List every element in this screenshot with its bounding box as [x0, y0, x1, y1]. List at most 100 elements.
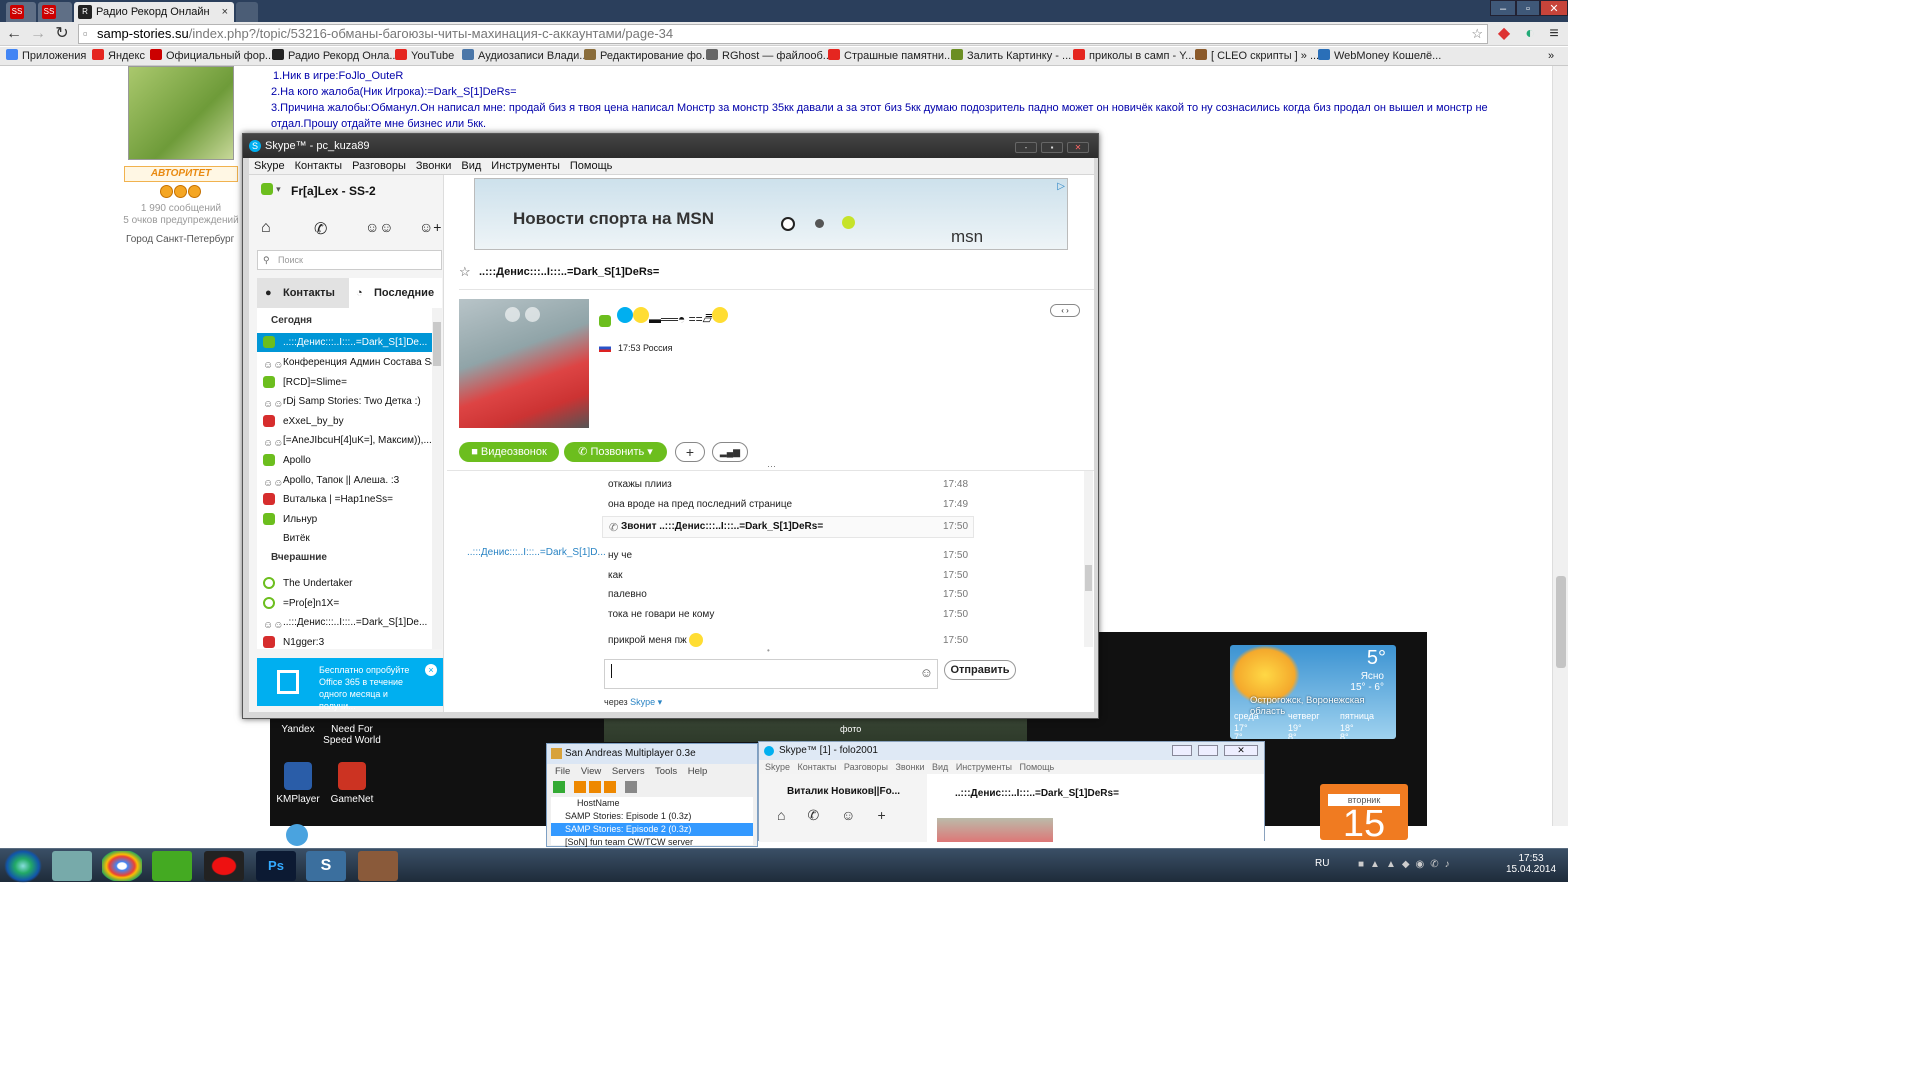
recent-item[interactable]: Вuталька | =Hap1neSs=	[257, 490, 435, 509]
taskbar-skype[interactable]: S	[306, 851, 346, 881]
extension-icon-2[interactable]: ◐	[1520, 24, 1540, 44]
menu-skype[interactable]: Skype	[249, 158, 290, 175]
recent-item[interactable]: ☺☺ Конференция Админ Состава Sa...	[257, 353, 435, 372]
tool-icon[interactable]	[604, 781, 617, 793]
menu-conversations[interactable]: Разговоры	[844, 762, 888, 772]
minimize-button[interactable]: –	[1490, 0, 1516, 16]
play-icon[interactable]	[553, 781, 565, 793]
recent-item[interactable]: ☺☺ [=AneJIbcuH[4]uK=], Максим)),...	[257, 431, 435, 450]
call-phone-icon[interactable]: ✆	[314, 219, 327, 239]
desktop-icon-gamenet[interactable]: GameNet	[322, 762, 382, 805]
send-via-selector[interactable]: Skype ▾	[630, 697, 662, 707]
emoticon-picker-icon[interactable]: ☺	[920, 665, 933, 680]
recent-item[interactable]: Ильнур	[257, 510, 435, 529]
profile-name[interactable]: Fr[a]Lex - SS-2	[291, 184, 376, 198]
menu-calls[interactable]: Звонки	[411, 158, 457, 175]
menu-tools[interactable]: Инструменты	[956, 762, 1012, 772]
call-button[interactable]: ✆ Позвонить ▾	[564, 442, 667, 462]
minimize-button[interactable]	[1172, 745, 1192, 756]
tab-contacts[interactable]: ● Контакты	[257, 278, 349, 308]
taskbar-explorer[interactable]	[52, 851, 92, 881]
menu-calls[interactable]: Звонки	[895, 762, 924, 772]
scrollbar-thumb[interactable]	[1556, 576, 1566, 668]
contacts-group-icon[interactable]: ☺☺	[365, 219, 394, 235]
desktop-app-icon[interactable]	[286, 824, 308, 846]
taskbar-gta[interactable]	[358, 851, 398, 881]
clock[interactable]: 17:53 15.04.2014	[1506, 853, 1556, 875]
office-promo[interactable]: Бесплатно опробуйте Office 365 в течение…	[257, 658, 443, 711]
server-row[interactable]: SAMP Stories: Episode 1 (0.3z)	[551, 810, 753, 823]
bookmark-vk[interactable]: Аудиозаписи Влади...	[462, 49, 588, 64]
close-button[interactable]: ✕	[1067, 142, 1089, 153]
tab-radio-record[interactable]: R Радио Рекорд Онлайн ×	[74, 2, 234, 22]
resize-handle[interactable]: •	[767, 646, 770, 655]
hostname-header[interactable]: HostName	[551, 797, 753, 810]
add-button[interactable]: +	[675, 442, 705, 462]
recent-item[interactable]: Витёк	[257, 529, 435, 548]
close-window-button[interactable]: ✕	[1540, 0, 1568, 16]
recent-item[interactable]: Apollo	[257, 451, 435, 470]
msn-ad-banner[interactable]: Новости спорта на MSN msn ▷	[474, 178, 1068, 250]
menu-contacts[interactable]: Контакты	[798, 762, 837, 772]
chat-scrollbar[interactable]	[1084, 471, 1093, 647]
tab-recent[interactable]: ◔ Последние	[349, 278, 442, 308]
samp-menu-file[interactable]: File	[555, 766, 570, 777]
bookmark-cleo[interactable]: [ CLEO скрипты ] » ...	[1195, 49, 1319, 64]
list-scrollbar[interactable]	[432, 308, 442, 649]
more-bookmarks[interactable]: »	[1548, 49, 1554, 64]
forward-button[interactable]: →	[28, 24, 48, 44]
recent-item[interactable]: eXxeL_by_by	[257, 412, 435, 431]
message-input[interactable]: ☺	[604, 659, 938, 689]
extension-icon[interactable]: ◆	[1494, 24, 1514, 44]
taskbar-photoshop[interactable]: Ps	[256, 851, 296, 881]
tool-icon[interactable]	[625, 781, 638, 793]
home-icon[interactable]: ⌂	[261, 219, 271, 237]
desktop-icon-nfs[interactable]: Need For Speed World	[322, 724, 382, 746]
maximize-button[interactable]: ▪	[1041, 142, 1063, 153]
close-promo-icon[interactable]: ×	[425, 664, 437, 676]
scrollbar-thumb[interactable]	[1085, 565, 1092, 591]
bookmark-radio[interactable]: Радио Рекорд Онла...	[272, 49, 399, 64]
bookmark-youtube[interactable]: YouTube	[395, 49, 454, 64]
recent-item[interactable]: N1gger:3	[257, 633, 435, 649]
tab-ss-1[interactable]: SS	[6, 2, 36, 22]
menu-help[interactable]: Помощь	[565, 158, 618, 175]
minimize-button[interactable]: -	[1015, 142, 1037, 153]
back-button[interactable]: ←	[4, 24, 24, 44]
desktop-icon-kmplayer[interactable]: KMPlayer	[268, 762, 328, 805]
profile-status-icon[interactable]: ▾	[261, 183, 281, 196]
menu-conversations[interactable]: Разговоры	[347, 158, 411, 175]
ad-info-icon[interactable]: ▷	[1057, 181, 1065, 192]
recent-item[interactable]: =Pro[e]n1X=	[257, 594, 435, 613]
search-input[interactable]: ⚲ Поиск	[257, 250, 442, 270]
samp-menu-servers[interactable]: Servers	[612, 766, 645, 777]
skype2-profile-name[interactable]: Виталик Новиков||Fo...	[759, 774, 927, 797]
scrollbar-thumb[interactable]	[433, 322, 441, 366]
call-quality-icon[interactable]: ▂▄▆	[712, 442, 748, 462]
start-button[interactable]	[4, 849, 42, 883]
taskbar-chrome[interactable]	[102, 851, 142, 881]
address-bar[interactable]: ▫ samp-stories.su/index.php?/topic/53216…	[78, 24, 1488, 44]
desktop-icon-yandex[interactable]: Yandex	[268, 724, 328, 735]
bookmark-apps[interactable]: Приложения	[6, 49, 86, 64]
bookmark-monuments[interactable]: Страшные памятни...	[828, 49, 953, 64]
tab-ss-2[interactable]: SS	[38, 2, 72, 22]
reload-button[interactable]: ↻	[52, 24, 72, 44]
tray-icons[interactable]: ■▲▲◆◉✆♪	[1358, 859, 1488, 873]
tool-icon[interactable]	[589, 781, 602, 793]
samp-menu-view[interactable]: View	[581, 766, 601, 777]
recent-item[interactable]: The Undertaker	[257, 574, 435, 593]
recent-item[interactable]: ..:::Денис:::..I:::..=Dark_S[1]De...	[257, 333, 435, 352]
favorite-star-icon[interactable]: ☆	[459, 264, 471, 280]
samp-menu-help[interactable]: Help	[688, 766, 708, 777]
menu-help[interactable]: Помощь	[1019, 762, 1054, 772]
skype2-nav-icons[interactable]: ⌂✆☺+	[759, 797, 927, 824]
maximize-button[interactable]	[1198, 745, 1218, 756]
maximize-button[interactable]: ▫	[1516, 0, 1540, 16]
bookmark-yandex[interactable]: Яндекс	[92, 49, 145, 64]
menu-view[interactable]: Вид	[456, 158, 486, 175]
message-sender[interactable]: ..:::Денис:::..I:::..=Dark_S[1]D...	[467, 547, 607, 558]
samp-menu-tools[interactable]: Tools	[655, 766, 677, 777]
photo-up-icon[interactable]	[525, 307, 540, 322]
taskbar-app[interactable]	[152, 851, 192, 881]
